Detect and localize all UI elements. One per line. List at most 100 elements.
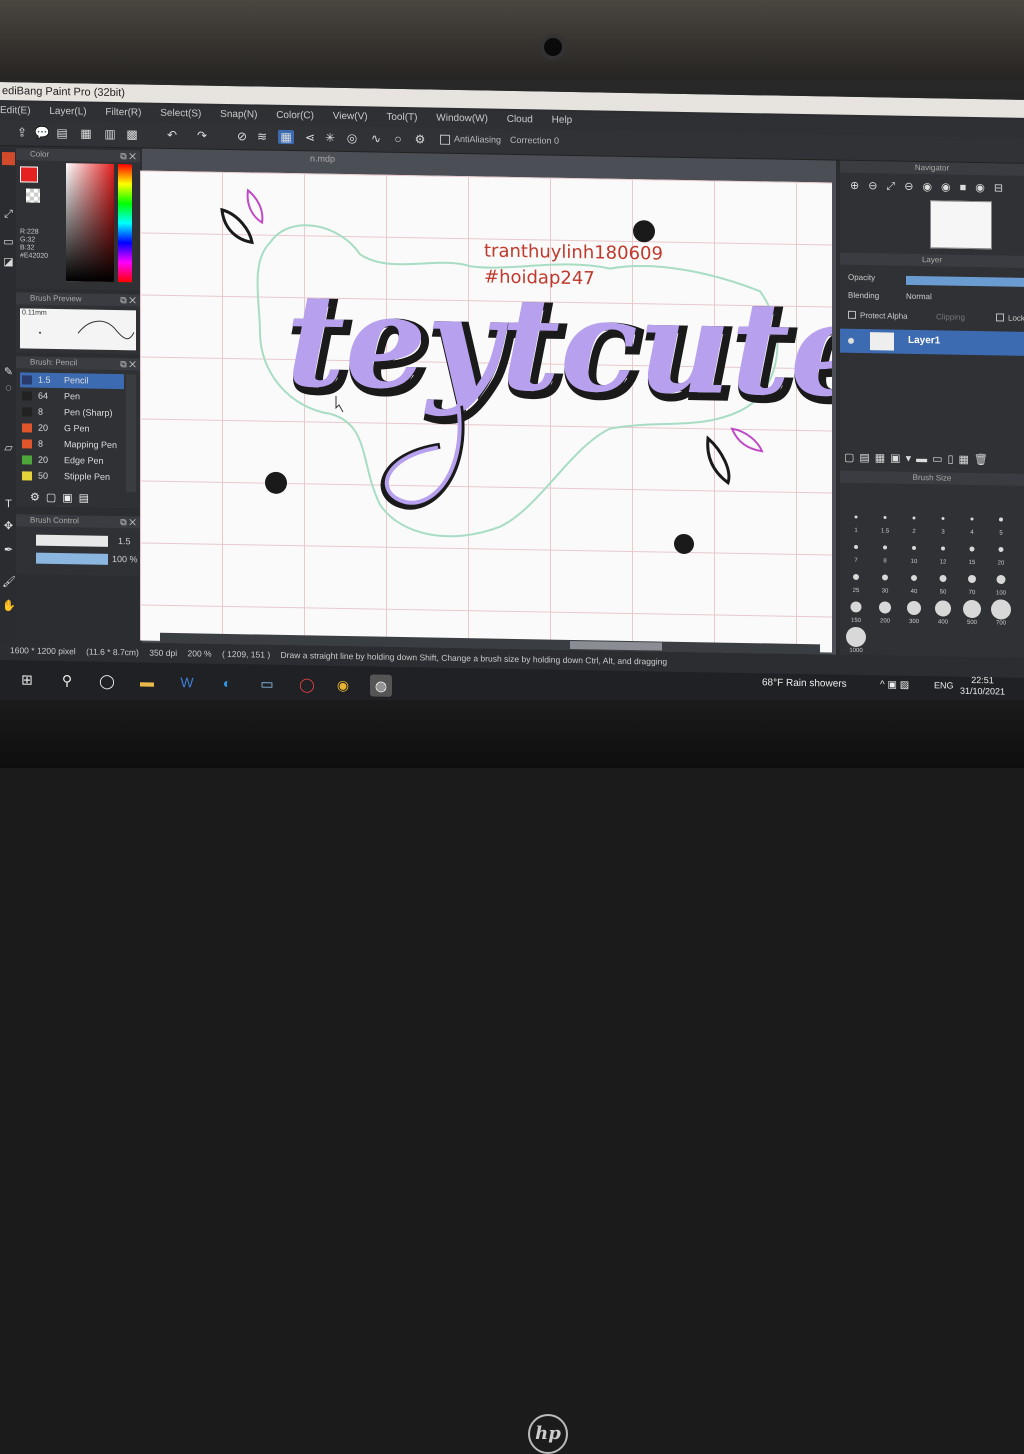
snap-ellipse-icon[interactable]: ○ (390, 132, 406, 146)
pencil-tool-icon[interactable]: ✎ (2, 366, 15, 379)
brush-size-option[interactable]: 8 (871, 537, 899, 564)
text-panel-icon[interactable]: ▦ (78, 126, 94, 140)
transform-icon[interactable]: ⤢ (2, 208, 15, 221)
menu-cloud[interactable]: Cloud (507, 111, 533, 129)
canvas-tab[interactable]: n.mdp (310, 153, 335, 163)
brush-item[interactable]: 50 Stipple Pen (20, 468, 124, 485)
brush-size-option[interactable]: 10 (900, 538, 928, 565)
layer-toolbar[interactable]: ▢▤▦▣▾▬▭▯▦🗑 (844, 451, 993, 467)
menu-filter[interactable]: Filter(R) (105, 104, 141, 123)
medibang-app-icon[interactable]: ◍ (370, 674, 392, 697)
brush-list-scrollbar[interactable] (126, 374, 136, 493)
language-indicator[interactable]: ENG (934, 680, 954, 690)
system-tray-icons[interactable]: ^ ▣ ▨ (880, 679, 909, 691)
brush-size-option[interactable]: 200 (871, 597, 899, 625)
brush-size-option[interactable]: 12 (929, 538, 957, 566)
transparent-color-swatch[interactable] (26, 188, 40, 203)
undo-icon[interactable]: ↶ (164, 128, 180, 142)
layer-row[interactable]: Layer1 (840, 328, 1024, 356)
brush-size-option[interactable]: 3 (929, 508, 957, 535)
brush-size-option[interactable]: 400 (929, 598, 957, 626)
brush-size-option[interactable]: 300 (900, 598, 928, 625)
menu-view[interactable]: View(V) (333, 108, 368, 127)
menu-select[interactable]: Select(S) (160, 105, 201, 124)
clock[interactable]: 22:51 31/10/2021 (960, 675, 1005, 698)
lasso-icon[interactable]: ◌ (2, 382, 15, 395)
chrome-icon[interactable]: ◉ (332, 674, 354, 696)
brush-size-option[interactable]: 25 (842, 567, 870, 594)
menu-help[interactable]: Help (552, 112, 573, 130)
move-icon[interactable]: ✥ (2, 520, 15, 533)
clipping-label[interactable]: Clipping (936, 312, 965, 322)
snap-radial-icon[interactable]: ⋖ (302, 130, 318, 144)
menu-tool[interactable]: Tool(T) (386, 109, 417, 128)
protect-alpha-checkbox[interactable] (848, 310, 856, 319)
brush-size-option[interactable]: 500 (958, 599, 986, 626)
snap-curve-icon[interactable]: ∿ (368, 131, 384, 145)
redo-icon[interactable]: ↷ (194, 128, 210, 142)
snap-burst-icon[interactable]: ✳ (322, 131, 338, 145)
fill-icon[interactable]: ◪ (2, 256, 15, 269)
brush-size-option[interactable]: 20 (987, 539, 1015, 567)
scroll-thumb[interactable] (570, 640, 662, 651)
brush-item[interactable]: 64 Pen (20, 388, 124, 405)
brush-size-option[interactable]: 7 (842, 537, 870, 564)
hand-icon[interactable]: ✋ (2, 600, 16, 613)
select-icon[interactable]: ▭ (2, 236, 15, 249)
comment-list-icon[interactable]: ▤ (54, 126, 70, 140)
opera-icon[interactable]: ◯ (296, 673, 318, 695)
brush-size-option[interactable]: 15 (958, 539, 986, 566)
brush-size-option[interactable]: 40 (900, 568, 928, 595)
menu-edit[interactable]: Edit(E) (0, 102, 31, 121)
windows-start-icon[interactable]: ⊞ (16, 668, 38, 690)
brush-item[interactable]: 8 Pen (Sharp) (20, 404, 124, 421)
brush-item[interactable]: 20 Edge Pen (20, 452, 124, 469)
brush-tool-icon[interactable]: 🖌 (2, 576, 16, 589)
menu-window[interactable]: Window(W) (436, 110, 488, 129)
eraser-icon[interactable]: ▱ (2, 442, 15, 455)
brush-item[interactable]: 1.5 Pencil (20, 372, 124, 390)
brush-size-option[interactable]: 2 (900, 508, 928, 535)
navigator-thumbnail[interactable] (930, 200, 992, 250)
brush-opacity-slider[interactable] (36, 552, 108, 565)
brush-size-option[interactable]: 1.5 (871, 507, 899, 535)
task-view-icon[interactable]: ◯ (96, 670, 118, 692)
brush-item[interactable]: 20 G Pen (20, 420, 124, 437)
edge-icon[interactable]: ◐ (216, 672, 238, 694)
correction-value[interactable]: 0 (554, 136, 559, 146)
snap-grid-icon[interactable]: ▦ (278, 129, 294, 145)
drawing-canvas[interactable]: teytcute teytcute tranthuylinh180609 #ho… (140, 170, 880, 653)
settings-icon[interactable]: ⚙ (412, 132, 428, 146)
snap-circle-icon[interactable]: ◎ (344, 131, 360, 145)
brush-item[interactable]: 8 Mapping Pen (20, 436, 124, 453)
zoom-app-icon[interactable]: ▭ (256, 672, 278, 694)
brush-size-option[interactable]: 4 (958, 509, 986, 536)
close-icon[interactable]: ⧉ ✕ (120, 516, 136, 528)
brush-list-buttons[interactable]: ⚙▢▣▤ (30, 491, 95, 505)
tiles-icon[interactable]: ▩ (124, 127, 140, 141)
eyedropper-icon[interactable]: ✒ (2, 544, 15, 557)
brush-size-option[interactable]: 1 (842, 507, 870, 534)
brush-size-option[interactable]: 700 (987, 599, 1015, 627)
layout-icon[interactable]: ▥ (102, 127, 118, 141)
brush-size-option[interactable]: 30 (871, 567, 899, 595)
layer-visibility-icon[interactable] (848, 337, 854, 344)
hue-slider[interactable] (118, 164, 132, 283)
brush-size-option[interactable]: 50 (929, 568, 957, 596)
blending-select[interactable]: Normal (906, 292, 932, 301)
brush-size-option[interactable]: 70 (958, 569, 986, 596)
file-explorer-icon[interactable]: ▬ (136, 670, 158, 692)
brush-size-slider[interactable] (36, 534, 108, 547)
close-icon[interactable]: ⧉ ✕ (120, 294, 136, 306)
navigator-toolbar[interactable]: ⊕⊖⤢⊖◉◉■◉⊟ (850, 179, 1012, 196)
close-icon[interactable]: ⧉ ✕ (120, 358, 136, 370)
foreground-color-swatch[interactable] (20, 166, 38, 183)
brush-size-option[interactable]: 5 (987, 509, 1015, 537)
export-icon[interactable]: ⇪ (14, 125, 30, 139)
search-icon[interactable]: ⚲ (56, 669, 78, 691)
brush-size-option[interactable]: 150 (842, 597, 870, 624)
menu-layer[interactable]: Layer(L) (49, 103, 86, 122)
snap-off-icon[interactable]: ⊘ (234, 129, 250, 143)
lock-checkbox[interactable] (996, 313, 1004, 322)
word-icon[interactable]: W (176, 671, 198, 693)
